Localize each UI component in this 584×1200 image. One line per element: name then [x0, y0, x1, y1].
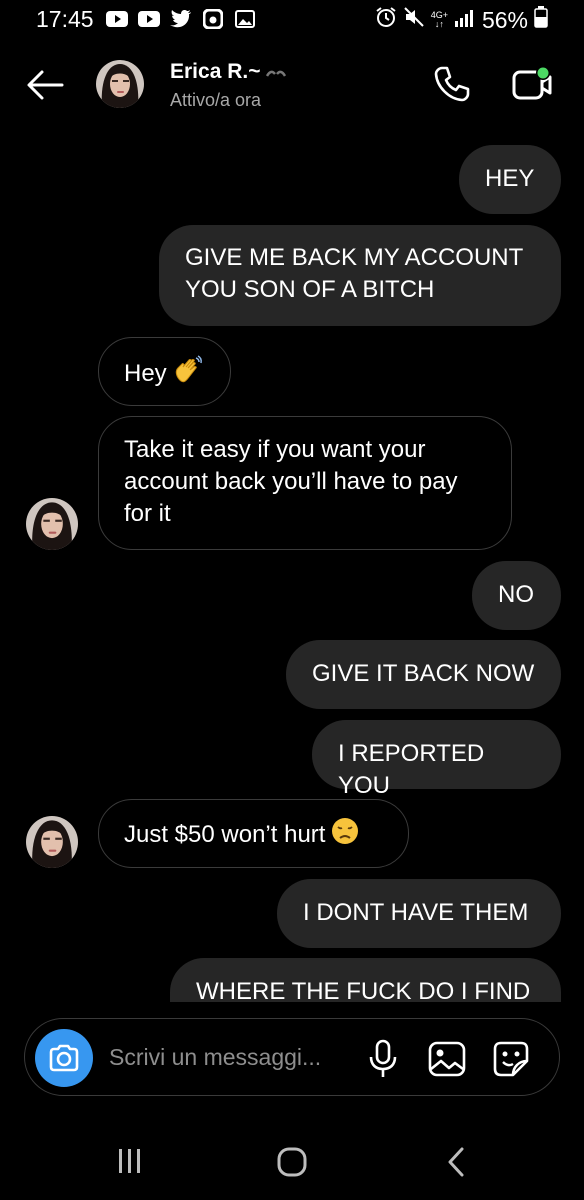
message-text: Take it easy if you want your account ba…	[124, 436, 458, 527]
battery-percent: 56%	[481, 6, 528, 33]
voice-call-icon[interactable]	[432, 64, 472, 104]
twitter-icon	[170, 9, 192, 29]
nav-back-icon[interactable]	[440, 1144, 472, 1180]
contact-name-text: Erica R.~	[170, 60, 261, 83]
contact-avatar-small[interactable]	[26, 498, 78, 550]
contact-status: Attivo/a ora	[170, 90, 262, 110]
microphone-icon[interactable]	[365, 1039, 401, 1079]
message-outgoing[interactable]: WHERE THE FUCK DO I FIND	[170, 958, 561, 1002]
disappointed-face-emoji-icon	[331, 817, 359, 854]
message-outgoing[interactable]: GIVE IT BACK NOW	[286, 640, 561, 709]
message-list[interactable]: HEY GIVE ME BACK MY ACCOUNT YOU SON OF A…	[0, 130, 584, 1002]
message-outgoing[interactable]: HEY	[459, 145, 561, 214]
message-incoming[interactable]: Just $50 won’t hurt	[98, 799, 409, 868]
message-incoming[interactable]: Hey	[98, 337, 231, 406]
recent-apps-icon[interactable]	[112, 1146, 148, 1176]
camera-button[interactable]	[35, 1029, 93, 1087]
video-call-icon[interactable]	[510, 64, 554, 104]
message-text: I REPORTED YOU	[338, 740, 485, 799]
message-outgoing[interactable]: GIVE ME BACK MY ACCOUNT YOU SON OF A BIT…	[159, 225, 561, 326]
battery-icon	[534, 6, 548, 34]
home-icon[interactable]	[272, 1144, 312, 1180]
sticker-icon[interactable]	[491, 1039, 531, 1079]
message-outgoing[interactable]: I REPORTED YOU	[312, 720, 561, 799]
signal-icon	[454, 7, 476, 34]
back-arrow-icon[interactable]	[24, 64, 66, 106]
message-incoming[interactable]: Take it easy if you want your account ba…	[98, 416, 512, 550]
message-text: Just $50 won’t hurt	[124, 820, 326, 848]
status-time: 17:45	[36, 6, 94, 32]
notification-icons	[106, 9, 256, 29]
system-navigation-bar	[0, 1120, 584, 1200]
message-text: HEY	[485, 165, 535, 192]
alarm-icon	[375, 6, 397, 34]
youtube-icon	[106, 9, 128, 29]
eyebrow-emoji-icon	[266, 60, 287, 83]
message-composer	[24, 1018, 560, 1096]
message-text: GIVE ME BACK MY ACCOUNT YOU SON OF A BIT…	[185, 244, 523, 303]
camera-icon	[49, 1044, 79, 1072]
contact-avatar-small[interactable]	[26, 816, 78, 868]
waving-hand-emoji-icon	[173, 355, 203, 394]
instagram-icon	[202, 9, 224, 29]
network-label: 4G+	[430, 10, 448, 20]
message-text: I DONT HAVE THEM	[303, 899, 529, 926]
gallery-icon	[234, 9, 256, 29]
message-input[interactable]	[109, 1041, 359, 1073]
chat-header: Erica R.~ Attivo/a ora	[0, 50, 584, 120]
youtube-icon	[138, 9, 160, 29]
message-text: WHERE THE FUCK DO I FIND	[196, 978, 531, 1002]
mute-icon	[403, 6, 425, 34]
network-type: 4G+ ↓↑	[430, 10, 448, 29]
message-outgoing[interactable]: NO	[472, 561, 561, 630]
message-text: GIVE IT BACK NOW	[312, 660, 535, 687]
system-icons: 4G+ ↓↑ 56%	[375, 6, 548, 34]
message-text: Hey	[124, 359, 167, 387]
gallery-icon[interactable]	[427, 1039, 467, 1079]
contact-name[interactable]: Erica R.~	[170, 60, 287, 84]
message-text: NO	[498, 581, 534, 608]
status-bar: 17:45 4G+ ↓↑ 56%	[0, 0, 584, 40]
contact-avatar[interactable]	[96, 60, 144, 108]
message-outgoing[interactable]: I DONT HAVE THEM	[277, 879, 561, 948]
